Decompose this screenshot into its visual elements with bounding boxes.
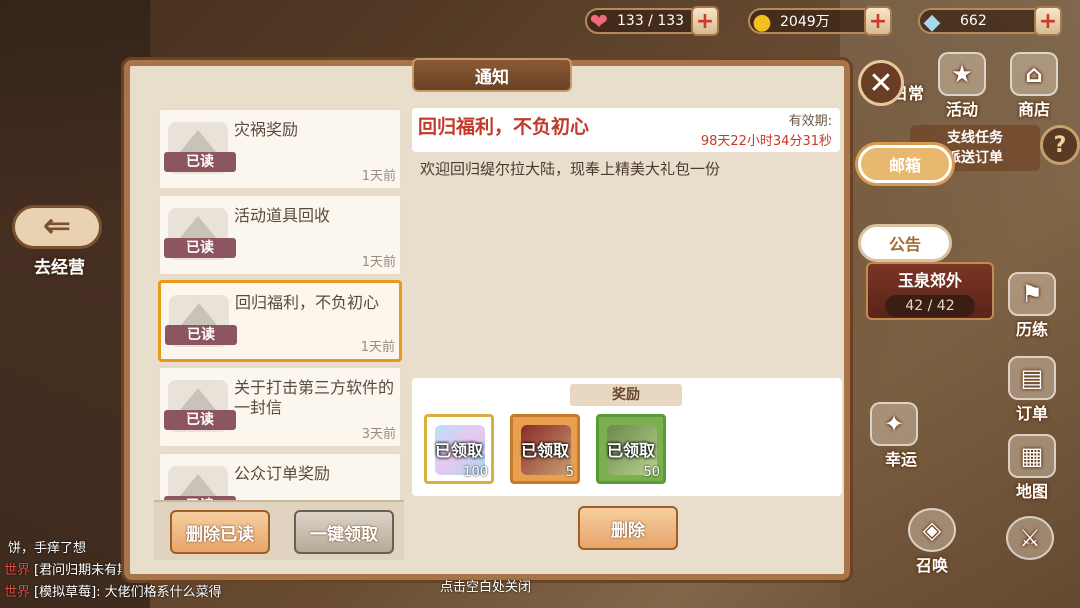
- battle-menu[interactable]: ⚔: [1006, 516, 1054, 560]
- stamina-value: 133 / 133: [617, 13, 685, 29]
- chat-line: 世界 [模拟草莓]: 大佬们格系什么菜得: [4, 585, 222, 600]
- add-stamina-button[interactable]: +: [691, 6, 719, 36]
- gem-counter: ◆ 662 +: [918, 6, 1062, 36]
- location-panel[interactable]: 玉泉郊外 42 / 42: [866, 262, 994, 320]
- map-menu[interactable]: ▦ 地图: [1008, 434, 1056, 502]
- delete-read-button[interactable]: 删除已读: [170, 510, 270, 554]
- mail-title: 活动道具回收: [234, 206, 331, 225]
- mail-title: 关于打击第三方软件的一封信: [234, 378, 395, 417]
- mail-detail-header: 回归福利，不负初心 有效期: 98天22小时34分31秒: [412, 108, 840, 152]
- crystal-icon: ◆: [923, 9, 941, 35]
- reward-qty: 50: [643, 465, 660, 480]
- claimed-label: 已领取: [520, 441, 569, 460]
- flag-icon: ⚑: [1008, 272, 1056, 316]
- mail-list-footer: 删除已读 一键领取: [154, 500, 404, 560]
- crab-icon: ✦: [870, 402, 918, 446]
- training-menu[interactable]: ⚑ 历练: [1008, 272, 1056, 340]
- reward-item[interactable]: 已领取 5: [510, 414, 580, 484]
- mail-detail-title: 回归福利，不负初心: [418, 116, 590, 138]
- read-badge: 已读: [164, 152, 236, 172]
- add-gem-button[interactable]: +: [1034, 6, 1062, 36]
- notification-modal: 通知 已读 灾祸奖励 1天前 已读 活动道具回收 1天前 已读 回归福利，不负初…: [124, 58, 850, 580]
- coin-icon: ●: [752, 9, 772, 35]
- star-icon: ★: [938, 52, 986, 96]
- close-icon[interactable]: ✕: [858, 60, 904, 106]
- shop-icon: ⌂: [1010, 52, 1058, 96]
- claim-all-button[interactable]: 一键领取: [294, 510, 394, 554]
- claimed-label: 已领取: [606, 441, 655, 460]
- notice-button[interactable]: 公告: [858, 224, 952, 262]
- gem-value: 662: [960, 13, 987, 29]
- gold-value: 2049万: [780, 14, 830, 30]
- luck-menu[interactable]: ✦ 幸运: [870, 402, 918, 470]
- envelope-icon: 已读: [164, 466, 236, 500]
- reward-item[interactable]: 已领取 50: [596, 414, 666, 484]
- location-name: 玉泉郊外: [897, 271, 962, 290]
- mail-detail-body: 欢迎回归缇尔拉大陆，现奉上精美大礼包一份: [420, 160, 721, 178]
- mail-item[interactable]: 已读 关于打击第三方软件的一封信 3天前: [158, 366, 402, 448]
- mail-item[interactable]: 已读 活动道具回收 1天前: [158, 194, 402, 276]
- mail-title: 灾祸奖励: [234, 120, 299, 139]
- heart-icon: ❤: [589, 9, 609, 35]
- mail-time: 3天前: [361, 427, 396, 442]
- mail-detail: 回归福利，不负初心 有效期: 98天22小时34分31秒 欢迎回归缇尔拉大陆，现…: [412, 108, 840, 378]
- crossed-swords-icon: ⚔: [1006, 516, 1054, 560]
- close-hint: 点击空白处关闭: [440, 580, 532, 595]
- mail-list[interactable]: 已读 灾祸奖励 1天前 已读 活动道具回收 1天前 已读 回归福利，不负初心 1…: [154, 108, 404, 500]
- envelope-icon: 已读: [164, 380, 236, 432]
- go-business-button[interactable]: ⇐ 去经营: [12, 205, 107, 280]
- expiry-time: 98天22小时34分31秒: [700, 134, 832, 149]
- mailbox-button[interactable]: 邮箱: [858, 145, 952, 183]
- back-arrow-icon: ⇐: [12, 205, 102, 249]
- go-business-label: 去经营: [34, 258, 85, 278]
- summon-orb-icon: ◈: [908, 508, 956, 552]
- delete-button[interactable]: 删除: [578, 506, 678, 550]
- summon-menu[interactable]: ◈ 召唤: [908, 508, 956, 576]
- claimed-label: 已领取: [434, 441, 483, 460]
- clipboard-icon: ▤: [1008, 356, 1056, 400]
- activity-menu[interactable]: ★ 活动: [938, 52, 986, 120]
- shop-menu[interactable]: ⌂ 商店: [1010, 52, 1058, 120]
- mail-time: 1天前: [361, 255, 396, 270]
- mail-item[interactable]: 已读 灾祸奖励 1天前: [158, 108, 402, 190]
- read-badge: 已读: [164, 238, 236, 258]
- help-button[interactable]: ?: [1040, 125, 1080, 165]
- expiry-label: 有效期:: [788, 114, 832, 129]
- envelope-icon: 已读: [164, 208, 236, 260]
- rewards-label: 奖励: [570, 384, 682, 406]
- add-gold-button[interactable]: +: [864, 6, 892, 36]
- mail-title: 回归福利，不负初心: [235, 293, 380, 312]
- location-count: 42 / 42: [885, 295, 975, 317]
- mail-title: 公众订单奖励: [234, 464, 331, 483]
- read-badge: 已读: [165, 325, 237, 345]
- gold-counter: ● 2049万 +: [748, 6, 892, 36]
- orders-menu[interactable]: ▤ 订单: [1008, 356, 1056, 424]
- mail-item[interactable]: 已读 公众订单奖励: [158, 452, 402, 500]
- read-badge: 已读: [164, 410, 236, 430]
- modal-title: 通知: [412, 58, 572, 92]
- mail-time: 1天前: [360, 340, 395, 355]
- reward-item[interactable]: 已领取 100: [424, 414, 494, 484]
- rewards-panel: 奖励 已领取 100 已领取 5 已领取 50: [412, 378, 842, 496]
- mail-time: 1天前: [361, 169, 396, 184]
- map-icon: ▦: [1008, 434, 1056, 478]
- envelope-icon: 已读: [164, 122, 236, 174]
- mail-item-selected[interactable]: 已读 回归福利，不负初心 1天前: [158, 280, 402, 362]
- stamina-counter: ❤ 133 / 133 +: [585, 6, 719, 36]
- reward-qty: 5: [565, 465, 574, 480]
- envelope-icon: 已读: [165, 295, 237, 347]
- reward-qty: 100: [463, 465, 488, 480]
